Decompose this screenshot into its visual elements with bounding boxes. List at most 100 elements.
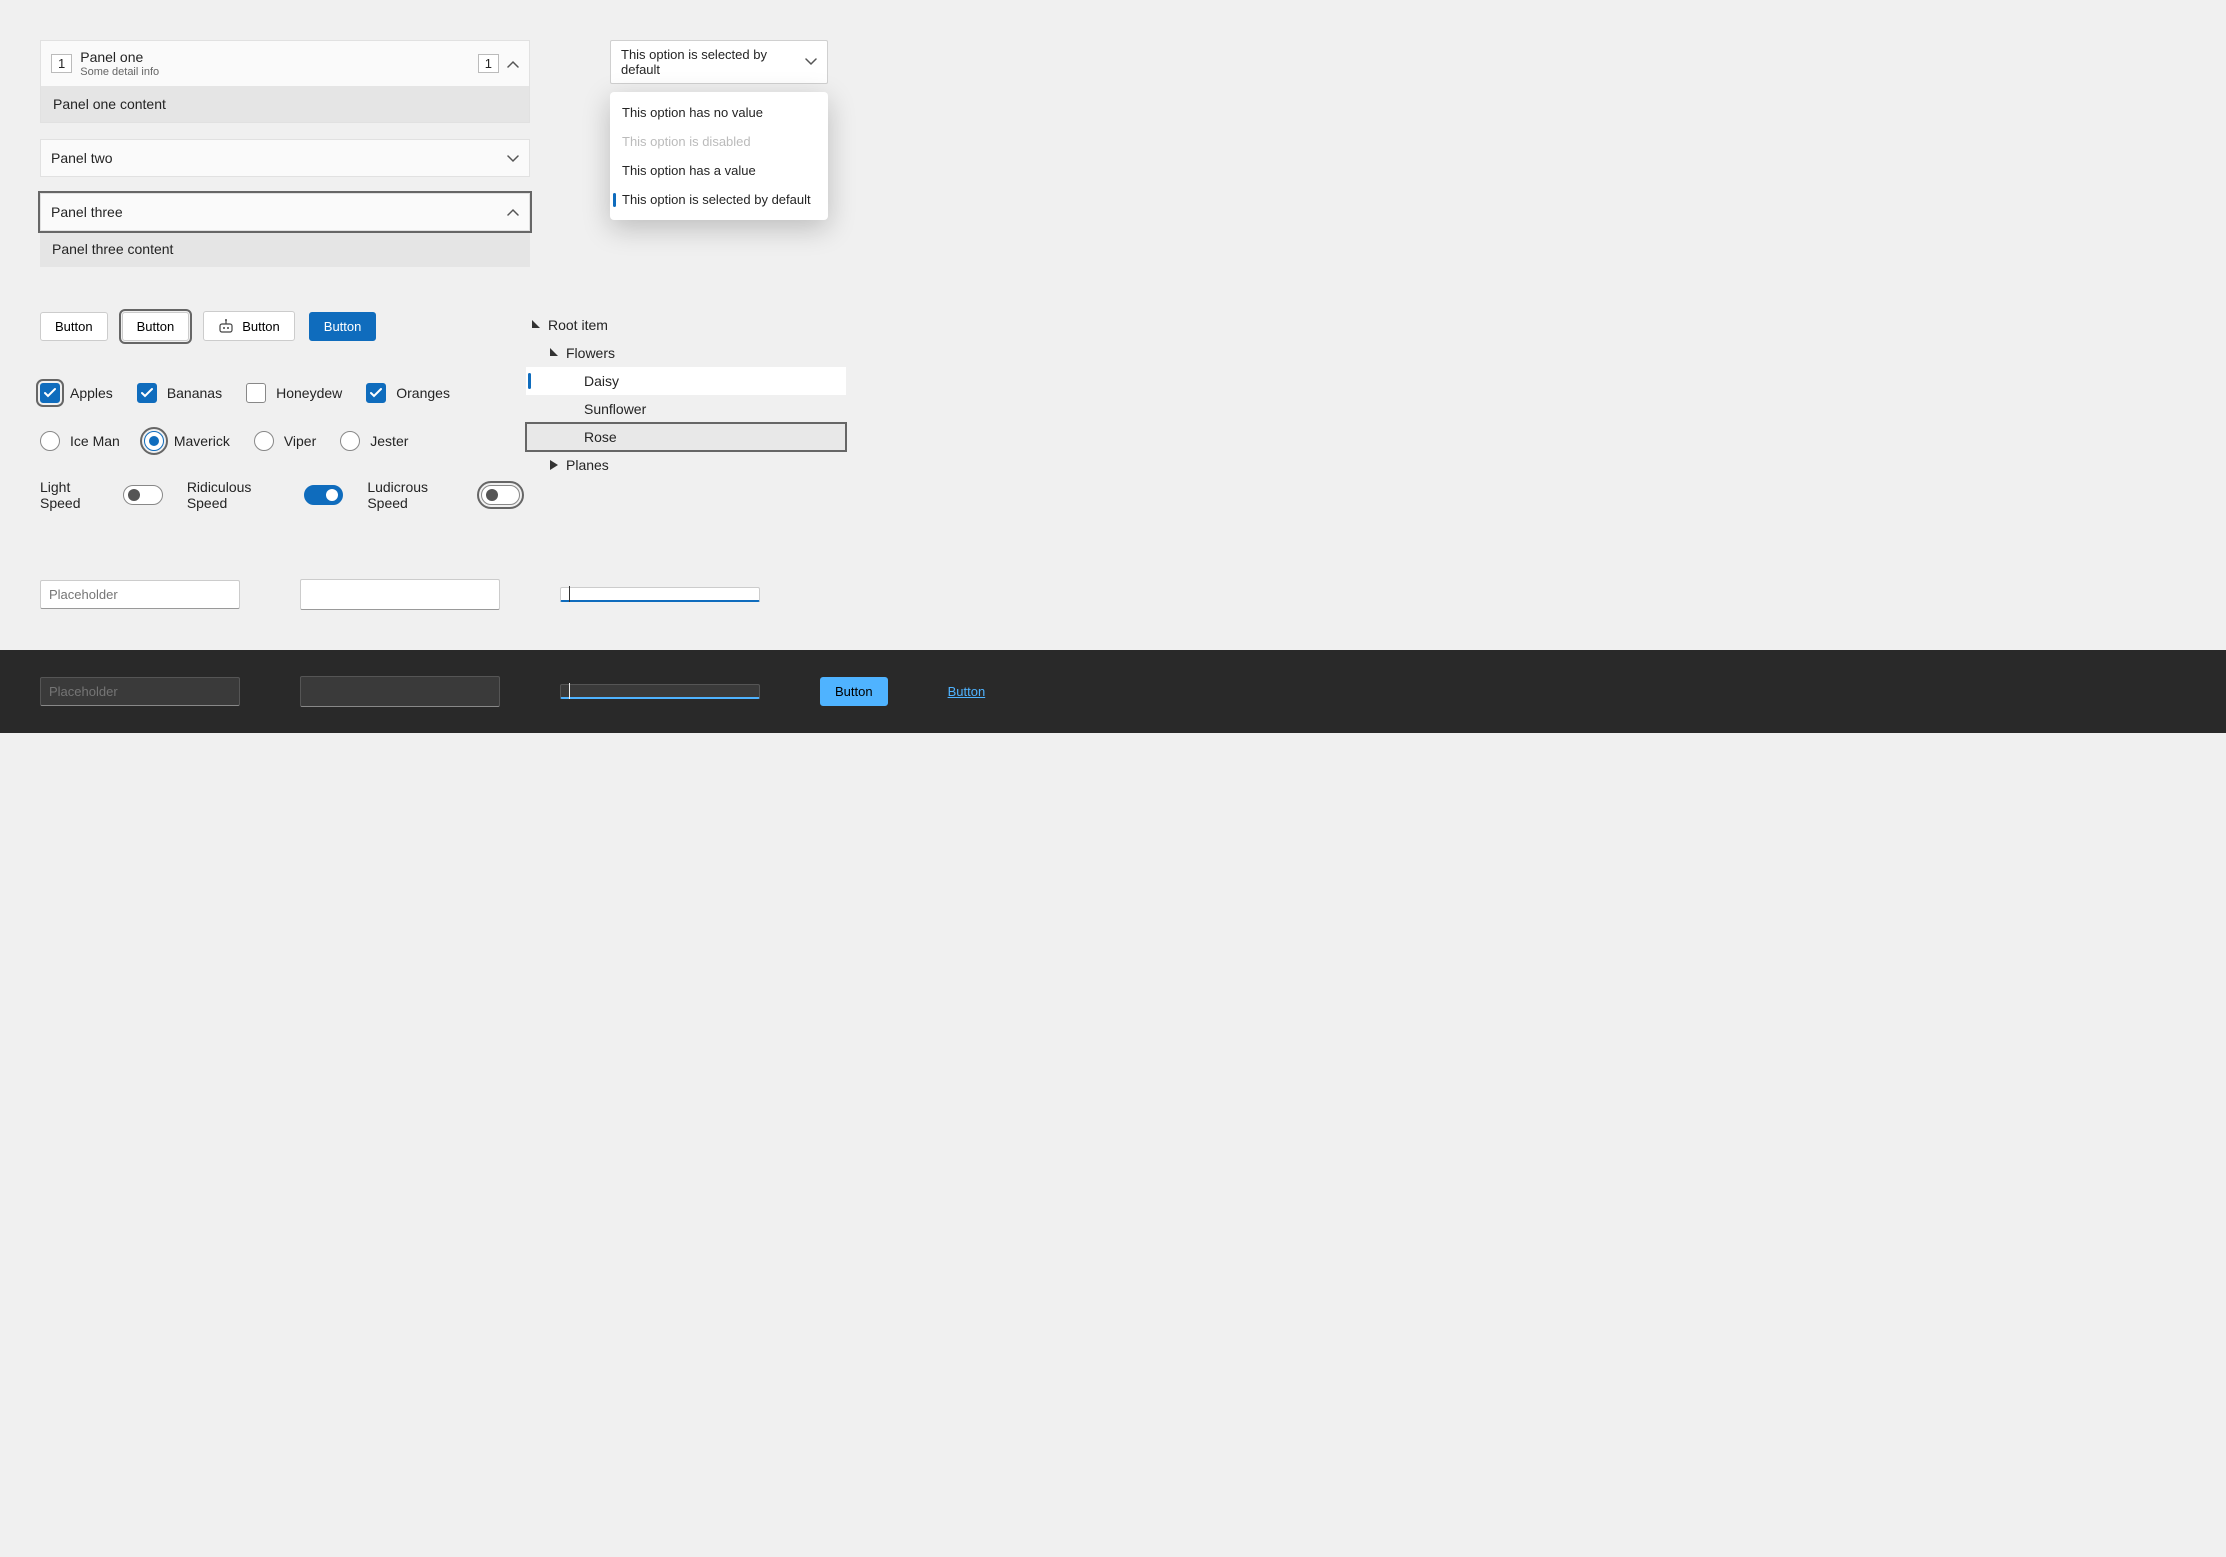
- switch-ludicrous-label: Ludicrous Speed: [367, 479, 470, 511]
- select-trigger[interactable]: This option is selected by default: [610, 40, 828, 84]
- checkbox-apples-label: Apples: [70, 385, 113, 401]
- tree-rose-label: Rose: [584, 429, 617, 445]
- checkbox-oranges[interactable]: Oranges: [366, 383, 450, 403]
- tree-item-sunflower[interactable]: Sunflower: [526, 395, 846, 423]
- select-option-2[interactable]: This option has a value: [610, 156, 828, 185]
- dark-button-accent[interactable]: Button: [820, 677, 888, 706]
- select-value: This option is selected by default: [621, 47, 805, 77]
- checkbox-apples[interactable]: Apples: [40, 383, 113, 403]
- switch-ridiculous-toggle[interactable]: [304, 485, 343, 505]
- dark-input-with-icon-field[interactable]: [317, 683, 497, 700]
- checkbox-bananas-label: Bananas: [167, 385, 222, 401]
- dark-link[interactable]: Button: [948, 684, 986, 699]
- button-icon-label: Button: [242, 319, 280, 334]
- tree-root-label: Root item: [548, 317, 608, 333]
- input-placeholder[interactable]: [40, 580, 240, 609]
- switch-light[interactable]: Light Speed: [40, 479, 163, 511]
- radio-iceman-label: Ice Man: [70, 433, 120, 449]
- accordion-item-1: 1 Panel one Some detail info 1 Panel one…: [40, 40, 530, 123]
- chevron-down-icon: [507, 152, 519, 164]
- checkbox-oranges-label: Oranges: [396, 385, 450, 401]
- tree-item-planes[interactable]: Planes: [526, 451, 846, 479]
- radio-iceman[interactable]: Ice Man: [40, 431, 120, 451]
- tree-item-root[interactable]: Root item: [526, 311, 846, 339]
- tree-item-flowers[interactable]: Flowers: [526, 339, 846, 367]
- text-caret: [569, 683, 570, 699]
- checkbox-bananas[interactable]: Bananas: [137, 383, 222, 403]
- switch-light-label: Light Speed: [40, 479, 113, 511]
- panel-1-title: Panel one: [80, 49, 159, 65]
- triangle-expanded-icon: [550, 348, 560, 358]
- switch-row: Light Speed Ridiculous Speed Ludicrous S…: [40, 479, 520, 511]
- tree-sunflower-label: Sunflower: [584, 401, 646, 417]
- panel-1-badge-right: 1: [478, 54, 499, 73]
- chevron-up-icon: [507, 206, 519, 218]
- switch-ridiculous[interactable]: Ridiculous Speed: [187, 479, 344, 511]
- radio-jester-label: Jester: [370, 433, 408, 449]
- text-caret: [569, 586, 570, 602]
- radio-maverick-label: Maverick: [174, 433, 230, 449]
- checkbox-bananas-box: [137, 383, 157, 403]
- radio-iceman-circle: [40, 431, 60, 451]
- tree-item-daisy[interactable]: Daisy: [526, 367, 846, 395]
- accordion-item-2: Panel two: [40, 139, 530, 177]
- checkbox-honeydew[interactable]: Honeydew: [246, 383, 342, 403]
- panel-2-title: Panel two: [51, 150, 112, 166]
- checkbox-oranges-box: [366, 383, 386, 403]
- buttons-row: Button Button Button Button: [40, 311, 520, 341]
- radio-viper-label: Viper: [284, 433, 316, 449]
- panel-3-title: Panel three: [51, 204, 123, 220]
- dark-input-focused[interactable]: [560, 684, 760, 699]
- radio-maverick[interactable]: Maverick: [144, 431, 230, 451]
- dark-theme-row: Button Button: [0, 650, 2226, 733]
- button-default[interactable]: Button: [40, 312, 108, 341]
- select-field: This option is selected by default This …: [610, 40, 828, 220]
- checkbox-honeydew-box: [246, 383, 266, 403]
- tree-daisy-label: Daisy: [584, 373, 619, 389]
- tree-planes-label: Planes: [566, 457, 609, 473]
- switch-ridiculous-label: Ridiculous Speed: [187, 479, 294, 511]
- accordion-header-3[interactable]: Panel three: [41, 194, 529, 230]
- tree-flowers-label: Flowers: [566, 345, 615, 361]
- radio-maverick-circle: [144, 431, 164, 451]
- input-with-icon-field[interactable]: [317, 586, 497, 603]
- switch-ludicrous-toggle[interactable]: [481, 485, 520, 505]
- panel-1-subtitle: Some detail info: [80, 66, 159, 78]
- panel-1-badge-left: 1: [51, 54, 72, 73]
- button-icon[interactable]: Button: [203, 311, 295, 341]
- accordion-header-2[interactable]: Panel two: [41, 140, 529, 176]
- radio-viper[interactable]: Viper: [254, 431, 316, 451]
- input-with-icon[interactable]: [300, 579, 500, 610]
- dark-input-placeholder[interactable]: [40, 677, 240, 706]
- select-listbox: This option has no value This option is …: [610, 92, 828, 220]
- input-focused[interactable]: [560, 587, 760, 602]
- checkbox-honeydew-label: Honeydew: [276, 385, 342, 401]
- button-accent[interactable]: Button: [309, 312, 377, 341]
- radio-row: Ice Man Maverick Viper Jester: [40, 431, 520, 451]
- select-option-0[interactable]: This option has no value: [610, 98, 828, 127]
- radio-viper-circle: [254, 431, 274, 451]
- accordion: 1 Panel one Some detail info 1 Panel one…: [40, 40, 530, 267]
- chevron-down-icon: [805, 56, 817, 68]
- radio-jester-circle: [340, 431, 360, 451]
- select-option-1: This option is disabled: [610, 127, 828, 156]
- dark-input-with-icon[interactable]: [300, 676, 500, 707]
- radio-jester[interactable]: Jester: [340, 431, 408, 451]
- panel-3-content: Panel three content: [40, 231, 530, 267]
- panel-1-content: Panel one content: [41, 86, 529, 122]
- chevron-up-icon: [507, 58, 519, 70]
- triangle-expanded-icon: [532, 320, 542, 330]
- select-option-3[interactable]: This option is selected by default: [610, 185, 828, 214]
- button-focused[interactable]: Button: [122, 312, 190, 341]
- switch-ludicrous[interactable]: Ludicrous Speed: [367, 479, 520, 511]
- switch-light-toggle[interactable]: [123, 485, 162, 505]
- accordion-header-1[interactable]: 1 Panel one Some detail info 1: [41, 41, 529, 86]
- robot-icon: [218, 318, 234, 334]
- light-inputs-row: [40, 579, 2186, 610]
- checkbox-apples-box: [40, 383, 60, 403]
- triangle-collapsed-icon: [550, 460, 560, 470]
- tree: Root item Flowers Daisy Sunflower Rose: [526, 311, 846, 479]
- checkbox-row: Apples Bananas Honeydew Oranges: [40, 383, 520, 403]
- accordion-item-3: Panel three: [40, 193, 530, 231]
- tree-item-rose[interactable]: Rose: [526, 423, 846, 451]
